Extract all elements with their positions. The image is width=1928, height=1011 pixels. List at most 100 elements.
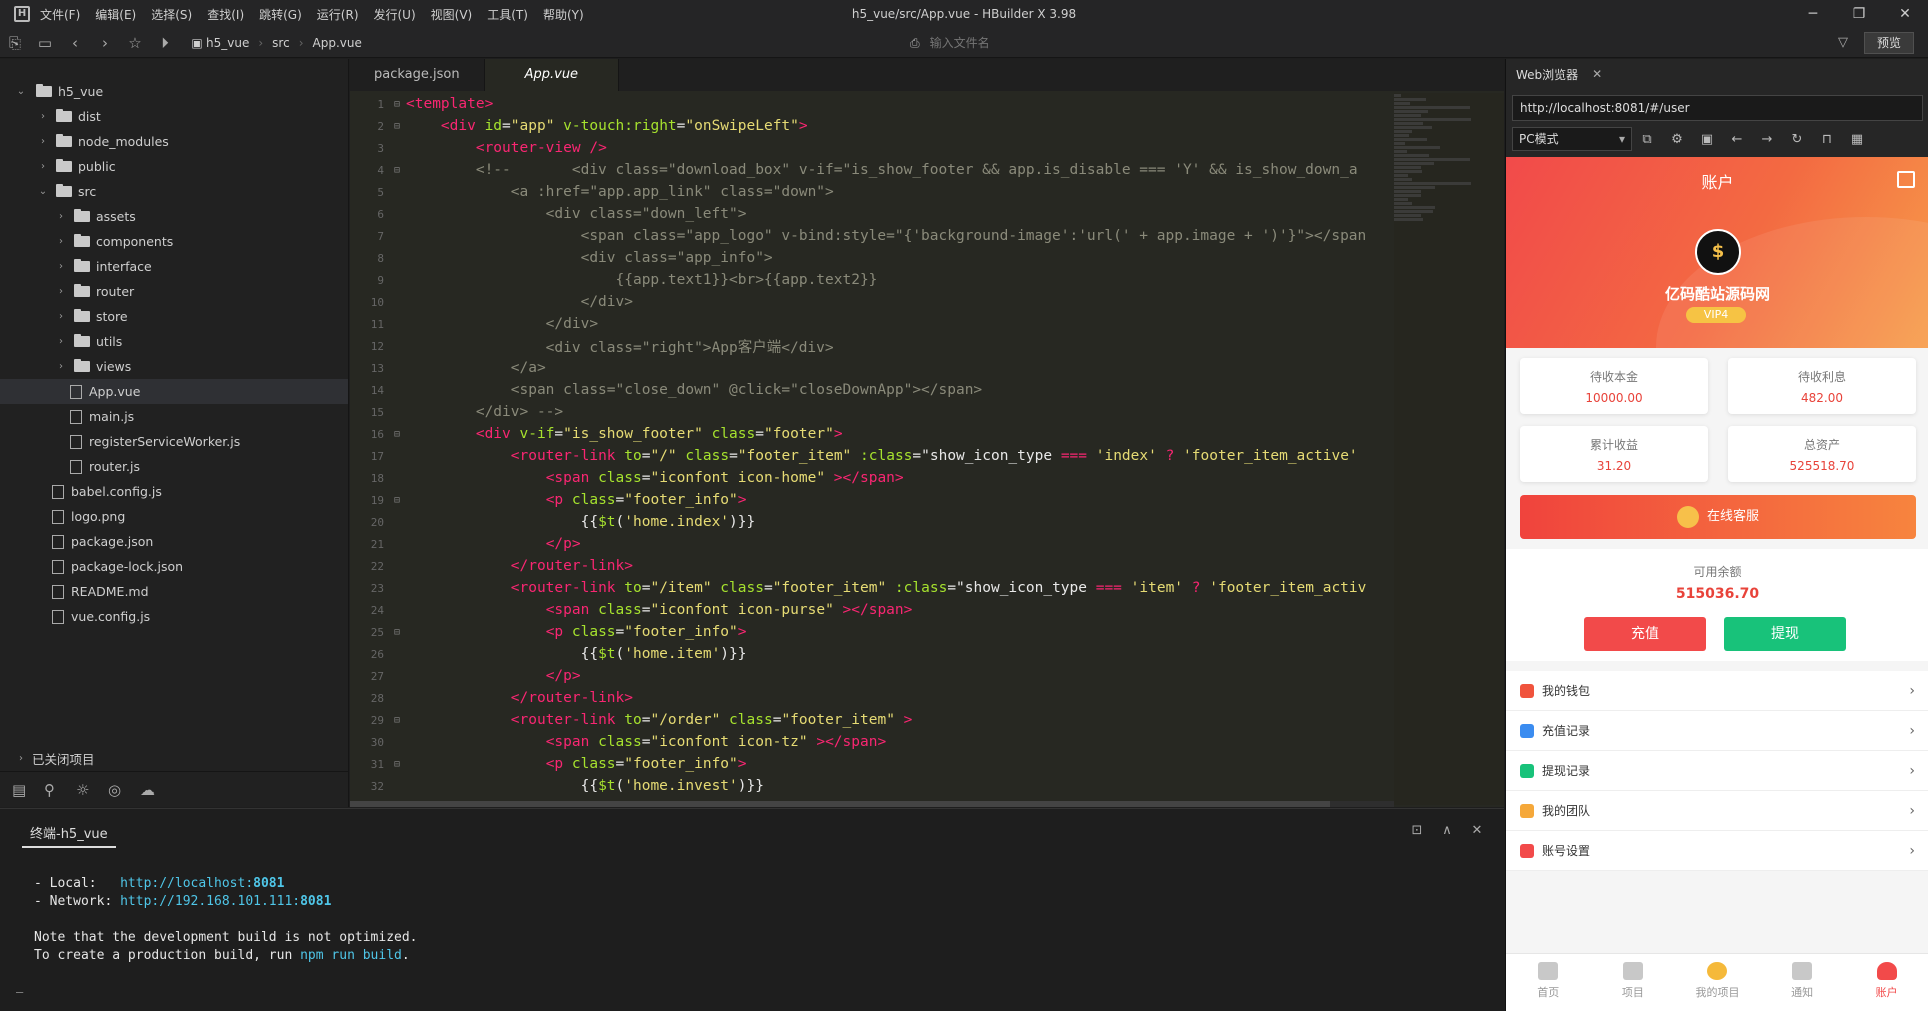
online-service-button[interactable]: 在线客服 (1520, 495, 1916, 539)
tree-file[interactable]: registerServiceWorker.js (0, 429, 348, 454)
cloud-icon[interactable]: ☁ (140, 781, 172, 799)
recharge-button[interactable]: 充值 (1584, 617, 1706, 651)
lock-icon[interactable]: ⊓ (1812, 132, 1842, 147)
withdraw-button[interactable]: 提现 (1724, 617, 1846, 651)
back-icon[interactable]: ‹ (60, 34, 90, 52)
forward-arrow-icon[interactable]: → (1752, 132, 1782, 147)
git-icon[interactable]: ◎ (108, 781, 140, 799)
network-url[interactable]: http://192.168.101.111: (120, 894, 300, 909)
editor-tab[interactable]: App.vue (484, 59, 620, 91)
save-icon[interactable]: ▭ (30, 34, 60, 52)
terminal-tab[interactable]: 终端-h5_vue (22, 823, 116, 848)
menu-item[interactable]: 文件(F) (40, 6, 80, 23)
browser-tab[interactable]: Web浏览器 ✕ (1506, 59, 1928, 89)
forward-icon[interactable]: › (90, 34, 120, 52)
tree-file[interactable]: router.js (0, 454, 348, 479)
tabbar-item[interactable]: 账户 (1844, 954, 1928, 1011)
tree-folder[interactable]: › utils (0, 329, 348, 354)
menu-item[interactable]: 视图(V) (431, 6, 473, 23)
tree-file[interactable]: vue.config.js (0, 604, 348, 629)
fold-icon[interactable]: ⊟ (388, 495, 406, 506)
project-root[interactable]: ⌄ h5_vue (0, 79, 348, 104)
breadcrumb-item[interactable]: h5_vue (206, 36, 249, 50)
local-url[interactable]: http://localhost: (120, 876, 253, 891)
menu-item[interactable]: 帮助(Y) (543, 6, 584, 23)
tree-file[interactable]: logo.png (0, 504, 348, 529)
close-icon[interactable]: ✕ (1882, 0, 1928, 28)
tree-folder[interactable]: › store (0, 304, 348, 329)
tabbar-item[interactable]: 首页 (1506, 954, 1591, 1011)
console-icon[interactable]: ▣ (1692, 132, 1722, 147)
tree-folder[interactable]: › node_modules (0, 129, 348, 154)
fold-icon[interactable]: ⊟ (388, 715, 406, 726)
close-panel-icon[interactable]: ✕ (1462, 823, 1492, 838)
menu-list-item[interactable]: 提现记录 › (1506, 751, 1928, 791)
menu-item[interactable]: 查找(I) (207, 6, 244, 23)
breadcrumb-item[interactable]: App.vue (313, 36, 362, 50)
minimap[interactable] (1394, 93, 1504, 805)
close-tab-icon[interactable]: ✕ (1592, 67, 1602, 81)
tree-folder[interactable]: › assets (0, 204, 348, 229)
tree-folder[interactable]: ⌄ src (0, 179, 348, 204)
tabbar-item[interactable]: 项目 (1591, 954, 1676, 1011)
tree-file[interactable]: babel.config.js (0, 479, 348, 504)
tree-folder[interactable]: › public (0, 154, 348, 179)
tabbar-item[interactable]: 我的项目 (1675, 954, 1760, 1011)
tree-file[interactable]: README.md (0, 579, 348, 604)
tree-folder[interactable]: › views (0, 354, 348, 379)
run-icon[interactable]: ⏵ (150, 34, 180, 52)
menu-list-item[interactable]: 账号设置 › (1506, 831, 1928, 871)
mode-select[interactable]: PC模式 (1512, 127, 1632, 151)
maximize-panel-icon[interactable]: ∧ (1432, 823, 1462, 838)
menu-item[interactable]: 发行(U) (374, 6, 416, 23)
editor-tab[interactable]: package.json (350, 59, 485, 91)
menu-item[interactable]: 工具(T) (487, 6, 528, 23)
maximize-icon[interactable]: ❐ (1836, 0, 1882, 28)
new-terminal-icon[interactable]: ⊡ (1402, 823, 1432, 838)
url-bar[interactable]: http://localhost:8081/#/user (1512, 95, 1923, 121)
tree-file[interactable]: package-lock.json (0, 554, 348, 579)
fold-icon[interactable]: ⊟ (388, 627, 406, 638)
bike-icon[interactable]: ⚲ (44, 781, 76, 799)
tabbar-item[interactable]: 通知 (1760, 954, 1845, 1011)
back-arrow-icon[interactable]: ← (1722, 132, 1752, 147)
filter-icon[interactable]: ▽ (1838, 35, 1848, 50)
menu-list-item[interactable]: 我的团队 › (1506, 791, 1928, 831)
avatar[interactable]: $ (1695, 229, 1741, 275)
minimize-icon[interactable]: ─ (1790, 0, 1836, 28)
tree-folder[interactable]: › components (0, 229, 348, 254)
fold-icon[interactable]: ⊟ (388, 99, 406, 110)
menu-item[interactable]: 编辑(E) (95, 6, 136, 23)
tree-file[interactable]: App.vue (0, 379, 348, 404)
menu-item[interactable]: 跳转(G) (259, 6, 302, 23)
file-search-input[interactable] (929, 36, 1130, 50)
fold-icon[interactable]: ⊟ (388, 165, 406, 176)
terminal-cursor[interactable]: _ (16, 979, 23, 993)
tree-file[interactable]: main.js (0, 404, 348, 429)
menu-item[interactable]: 选择(S) (151, 6, 192, 23)
menu-list-item[interactable]: 我的钱包 › (1506, 671, 1928, 711)
project-manager-icon[interactable]: ▤ (12, 781, 44, 799)
refresh-icon[interactable]: ↻ (1782, 132, 1812, 147)
menu-list-item[interactable]: 充值记录 › (1506, 711, 1928, 751)
code-area[interactable]: 1 ⊟ <template> 2 ⊟ <div id="app" v-touch:rig… (350, 93, 1394, 805)
fold-icon[interactable]: ⊟ (388, 429, 406, 440)
tree-folder[interactable]: › router (0, 279, 348, 304)
breadcrumb-item[interactable]: src (272, 36, 290, 50)
preview-button[interactable]: 预览 (1864, 32, 1914, 54)
menu-item[interactable]: 运行(R) (317, 6, 359, 23)
tree-folder[interactable]: › interface (0, 254, 348, 279)
calendar-check-icon[interactable] (1897, 171, 1915, 188)
closed-projects[interactable]: › 已关闭项目 (0, 747, 349, 769)
horizontal-scrollbar[interactable] (350, 801, 1394, 807)
screenshot-icon[interactable]: ⧉ (1632, 132, 1662, 147)
tree-folder[interactable]: › dist (0, 104, 348, 129)
fold-icon[interactable]: ⊟ (388, 121, 406, 132)
settings-icon[interactable]: ⚙ (1662, 132, 1692, 147)
new-file-icon[interactable]: ⎘ (0, 34, 30, 52)
star-icon[interactable]: ☆ (120, 34, 150, 52)
qrcode-icon[interactable]: ▦ (1842, 132, 1872, 147)
scrollbar-thumb[interactable] (350, 801, 1330, 807)
fold-icon[interactable]: ⊟ (388, 759, 406, 770)
bug-icon[interactable]: ☼ (76, 781, 108, 799)
